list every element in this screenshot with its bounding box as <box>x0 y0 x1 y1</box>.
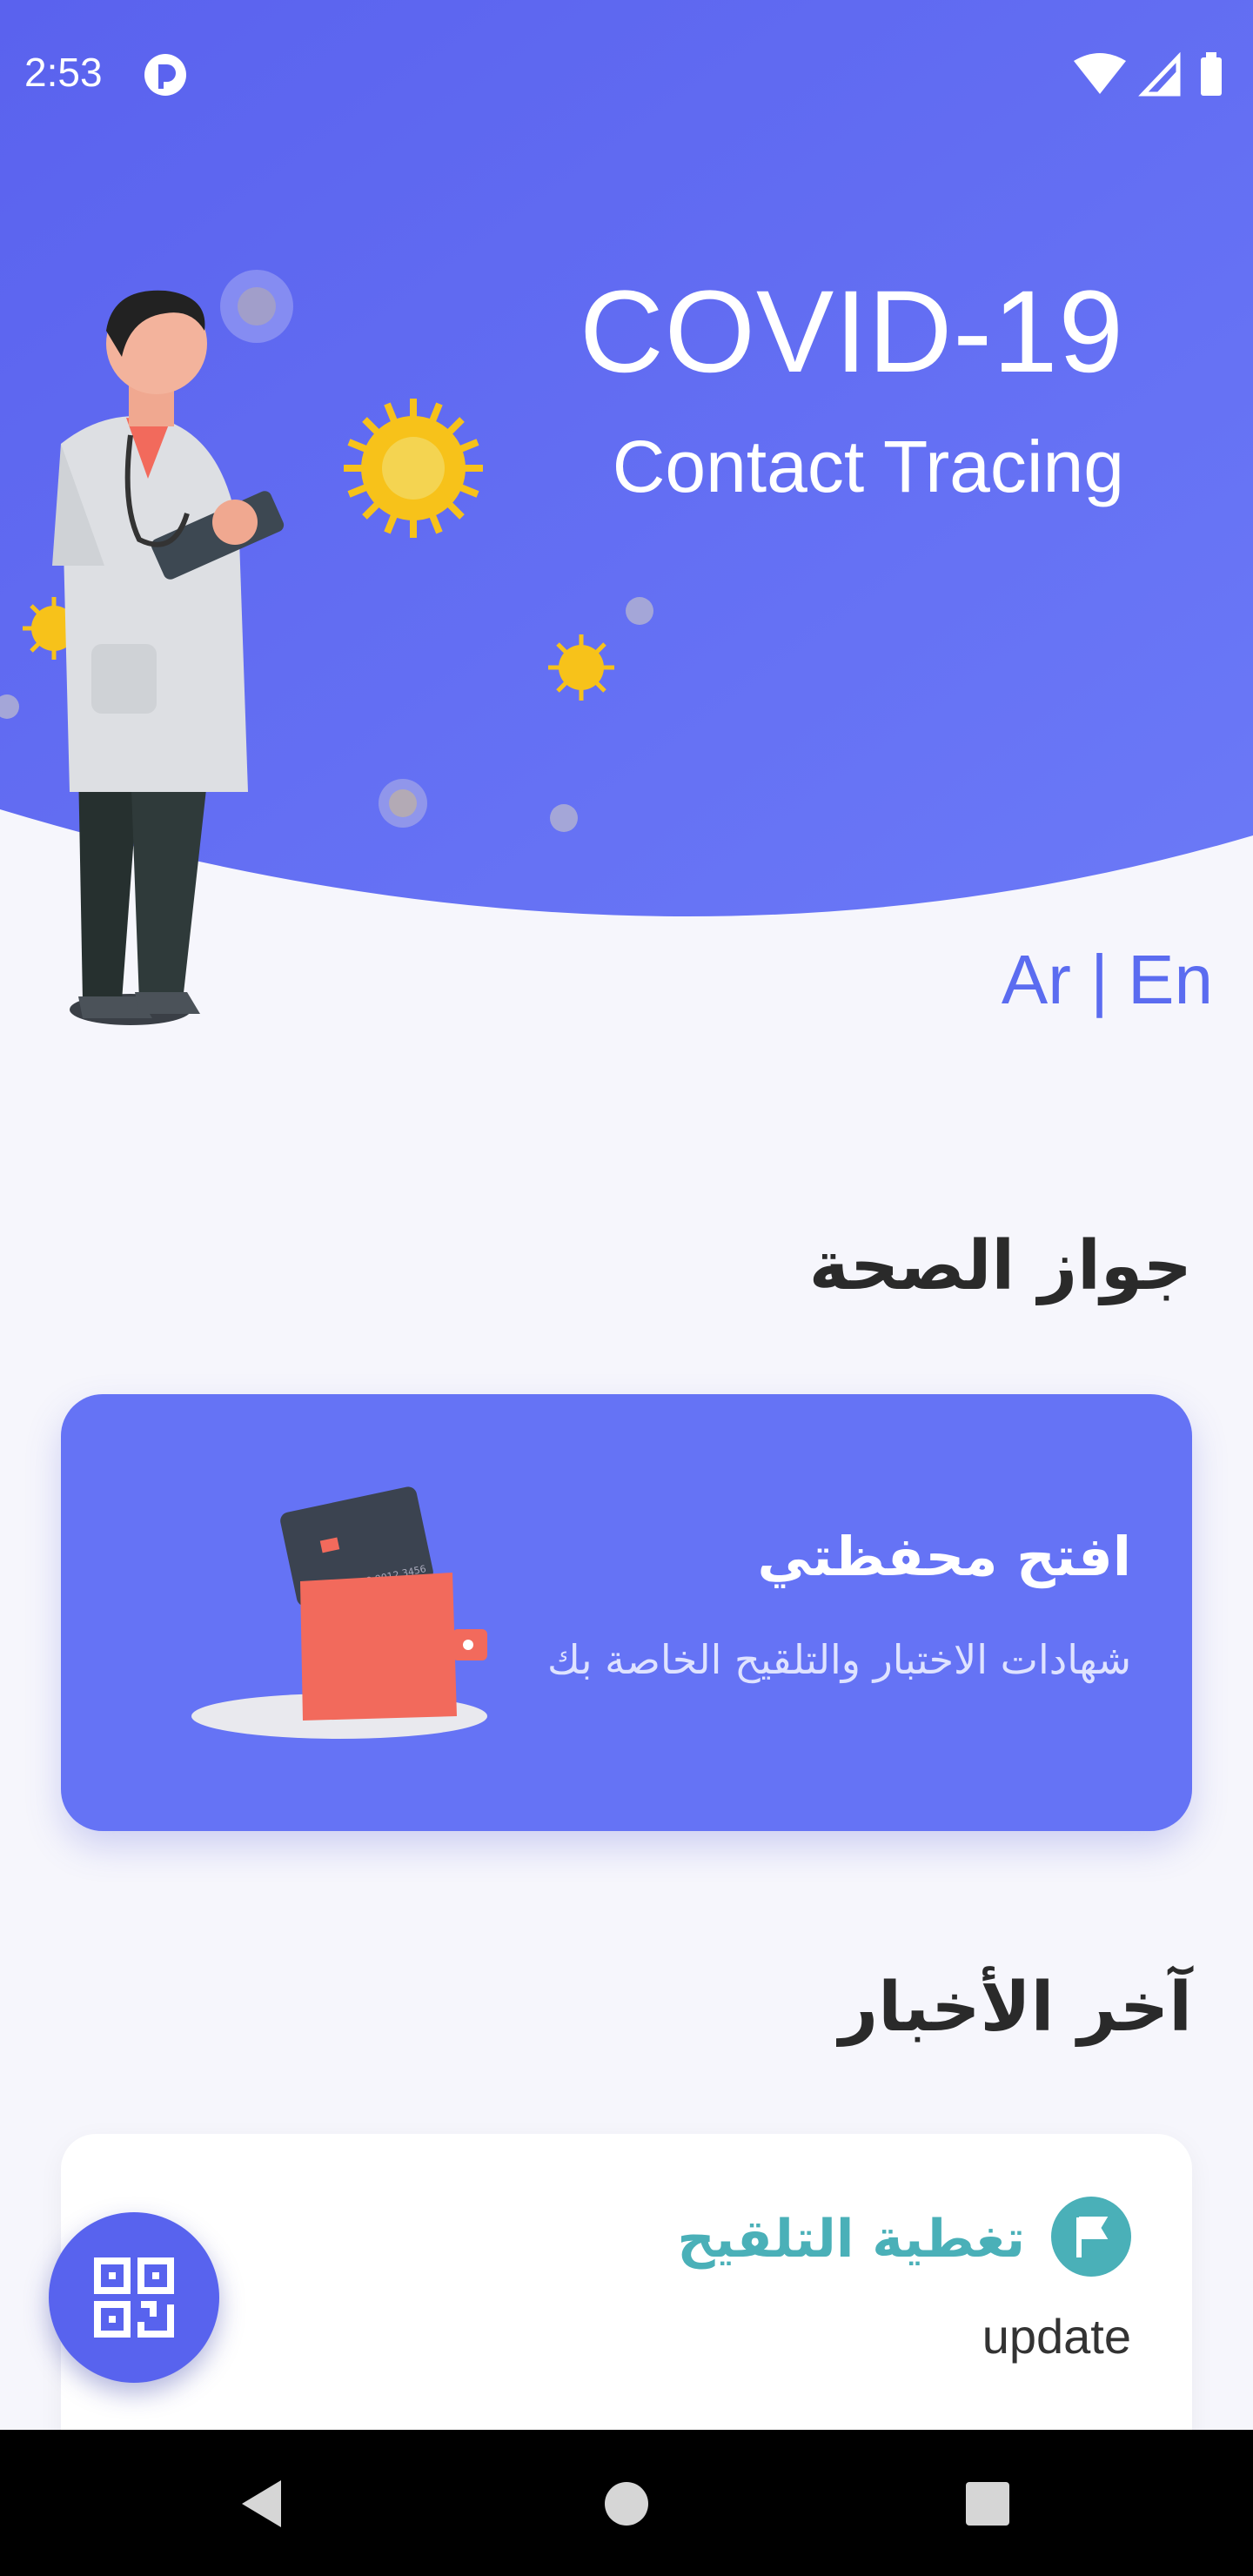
qr-code-icon <box>94 2257 174 2338</box>
home-icon[interactable] <box>596 2473 657 2534</box>
system-nav-bar <box>0 2430 1253 2576</box>
lang-ar-option[interactable]: Ar <box>1002 941 1071 1018</box>
open-wallet-card[interactable]: افتح محفظتي شهادات الاختبار والتلقيح الخ… <box>61 1394 1192 1831</box>
app-notification-icon <box>144 54 186 96</box>
app-title: COVID-19 <box>579 267 1124 397</box>
status-time: 2:53 <box>24 50 103 95</box>
back-icon[interactable] <box>233 2473 294 2534</box>
wallet-card-subtitle: شهادات الاختبار والتلقيح الخاصة بك <box>546 1636 1131 1683</box>
news-item-title: تغطية التلقيح <box>677 2209 1025 2270</box>
qr-scan-button[interactable] <box>49 2212 219 2383</box>
recents-icon[interactable] <box>957 2473 1018 2534</box>
lang-en-option[interactable]: En <box>1128 941 1213 1018</box>
flag-icon <box>1051 2197 1131 2277</box>
language-switch: Ar | En <box>1002 940 1213 1020</box>
wallet-card-title: افتح محفظتي <box>757 1525 1131 1588</box>
status-icons <box>1074 52 1222 97</box>
wifi-icon <box>1074 53 1126 94</box>
status-bar: 2:53 <box>0 0 1253 148</box>
doctor-illustration <box>52 290 285 1025</box>
lang-separator: | <box>1090 941 1109 1018</box>
wallet-illustration: 1234 5678 9012 3456 <box>191 1486 487 1739</box>
battery-icon <box>1201 57 1222 96</box>
health-pass-title: جواز الصحة <box>808 1227 1192 1305</box>
app-subtitle: Contact Tracing <box>612 426 1124 507</box>
news-item-subtitle: update <box>982 2309 1131 2364</box>
latest-news-title: آخر الأخبار <box>839 1969 1192 2047</box>
